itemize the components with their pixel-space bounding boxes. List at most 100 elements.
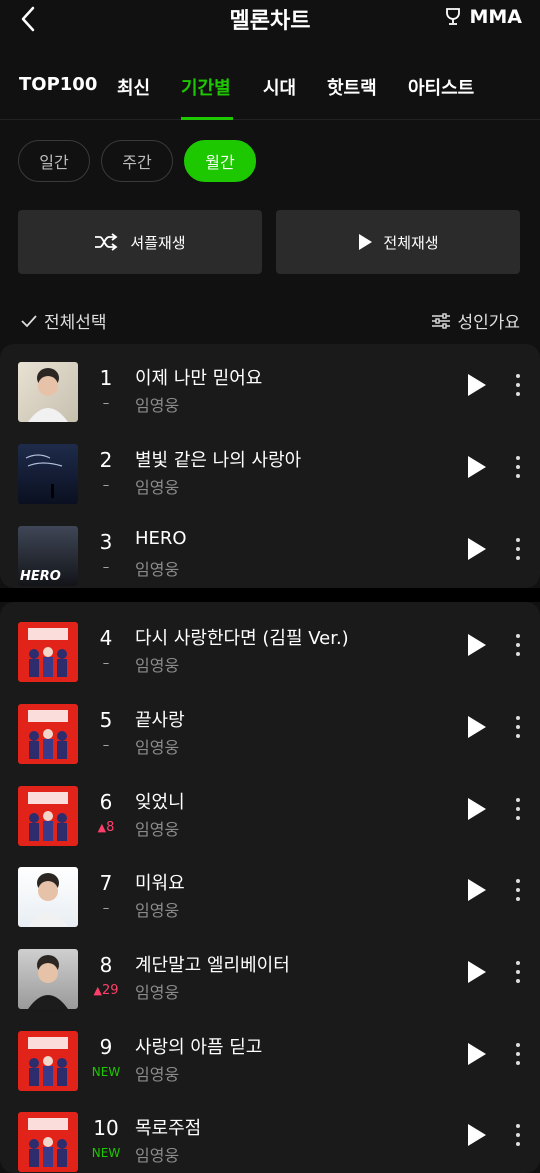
song-row[interactable]: 1 – 이제 나만 믿어요 임영웅 <box>0 354 540 436</box>
rank-number: 8 <box>99 953 113 977</box>
song-row[interactable]: 10 NEW 목로주점 임영웅 <box>0 1104 540 1173</box>
artist-name[interactable]: 임영웅 <box>135 816 179 840</box>
play-song-button[interactable] <box>464 1122 488 1148</box>
select-all-label: 전체선택 <box>44 313 107 333</box>
artist-name[interactable]: 임영웅 <box>135 652 179 676</box>
artist-name[interactable]: 임영웅 <box>135 897 179 921</box>
select-all-checkbox[interactable]: 전체선택 <box>20 308 107 333</box>
song-row[interactable]: 9 NEW 사랑의 아픔 딛고 임영웅 <box>0 1023 540 1105</box>
more-options-button[interactable] <box>506 957 530 987</box>
rank-number: 2 <box>99 448 113 472</box>
period-daily-button[interactable]: 일간 <box>18 140 90 182</box>
play-all-button[interactable]: 전체재생 <box>276 210 520 274</box>
more-options-button[interactable] <box>506 1120 530 1150</box>
song-row[interactable]: HERO 3 – HERO 임영웅 <box>0 518 540 600</box>
album-art[interactable] <box>18 622 78 682</box>
play-song-button[interactable] <box>464 959 488 985</box>
album-art[interactable] <box>18 362 78 422</box>
play-song-button[interactable] <box>464 1041 488 1067</box>
tab-period[interactable]: 기간별 <box>181 74 231 100</box>
play-song-button[interactable] <box>464 372 488 398</box>
song-row[interactable]: 8 ▲29 계단말고 엘리베이터 임영웅 <box>0 941 540 1023</box>
play-song-button[interactable] <box>464 632 488 658</box>
rank-change: NEW <box>91 1065 121 1079</box>
play-song-button[interactable] <box>464 796 488 822</box>
tab-latest[interactable]: 최신 <box>117 74 150 100</box>
adult-songs-filter[interactable]: 성인가요 <box>431 308 520 333</box>
list-controls: 전체선택 성인가요 <box>0 308 540 336</box>
song-row[interactable]: 7 – 미워요 임영웅 <box>0 859 540 941</box>
more-options-button[interactable] <box>506 370 530 400</box>
album-art[interactable]: HERO <box>18 526 78 586</box>
shuffle-icon <box>95 233 118 251</box>
more-options-button[interactable] <box>506 630 530 660</box>
rank-change: NEW <box>91 1146 121 1160</box>
more-dots-icon <box>516 1142 520 1146</box>
more-options-button[interactable] <box>506 534 530 564</box>
album-art[interactable] <box>18 704 78 764</box>
song-title[interactable]: 다시 사랑한다면 (김필 Ver.) <box>135 624 349 650</box>
shuffle-play-button[interactable]: 셔플재생 <box>18 210 262 274</box>
rank-change: ▲8 <box>84 820 128 835</box>
rank-number: 1 <box>99 366 113 390</box>
more-options-button[interactable] <box>506 875 530 905</box>
artist-name[interactable]: 임영웅 <box>135 734 179 758</box>
tab-top100[interactable]: TOP100 <box>19 74 97 95</box>
more-dots-icon <box>516 383 520 387</box>
album-art[interactable] <box>18 1031 78 1091</box>
album-art[interactable] <box>18 867 78 927</box>
album-art[interactable] <box>18 444 78 504</box>
more-options-button[interactable] <box>506 794 530 824</box>
song-title[interactable]: 별빛 같은 나의 사랑아 <box>135 446 301 472</box>
song-title[interactable]: 목로주점 <box>135 1114 201 1140</box>
song-title[interactable]: 이제 나만 믿어요 <box>135 364 262 390</box>
song-row[interactable]: 6 ▲8 잊었니 임영웅 <box>0 778 540 860</box>
play-song-button[interactable] <box>464 877 488 903</box>
artist-name[interactable]: 임영웅 <box>135 979 179 1003</box>
song-title[interactable]: 잊었니 <box>135 788 185 814</box>
more-dots-icon <box>516 1052 520 1056</box>
more-options-button[interactable] <box>506 712 530 742</box>
song-row[interactable]: 2 – 별빛 같은 나의 사랑아 임영웅 <box>0 436 540 518</box>
song-row[interactable]: 5 – 끝사랑 임영웅 <box>0 696 540 778</box>
play-icon <box>468 456 486 478</box>
more-dots-icon <box>516 807 520 811</box>
artist-name[interactable]: 임영웅 <box>135 1061 179 1085</box>
play-icon <box>468 634 486 656</box>
app-header: 멜론차트 MMA <box>0 0 540 40</box>
more-dots-icon <box>516 879 520 883</box>
more-dots-icon <box>516 816 520 820</box>
more-options-button[interactable] <box>506 1039 530 1069</box>
artist-name[interactable]: 임영웅 <box>135 392 179 416</box>
song-title[interactable]: HERO <box>135 528 187 549</box>
tab-artist[interactable]: 아티스트 <box>408 74 474 100</box>
play-icon <box>468 716 486 738</box>
period-monthly-button[interactable]: 월간 <box>184 140 256 182</box>
more-dots-icon <box>516 725 520 729</box>
rank-up-icon: ▲ <box>97 821 107 834</box>
song-title[interactable]: 계단말고 엘리베이터 <box>135 951 290 977</box>
song-title[interactable]: 미워요 <box>135 869 185 895</box>
tab-era[interactable]: 시대 <box>263 74 296 100</box>
album-art[interactable] <box>18 786 78 846</box>
shuffle-play-label: 셔플재생 <box>130 233 186 252</box>
song-title[interactable]: 끝사랑 <box>135 706 185 732</box>
tab-hot-track[interactable]: 핫트랙 <box>327 74 377 100</box>
song-title[interactable]: 사랑의 아픔 딛고 <box>135 1033 262 1059</box>
artist-name[interactable]: 임영웅 <box>135 1142 179 1166</box>
artist-name[interactable]: 임영웅 <box>135 556 179 580</box>
period-weekly-button[interactable]: 주간 <box>101 140 173 182</box>
album-art[interactable] <box>18 1112 78 1172</box>
artist-name[interactable]: 임영웅 <box>135 474 179 498</box>
rank-change-value: 29 <box>101 983 119 998</box>
more-dots-icon <box>516 643 520 647</box>
mma-button[interactable]: MMA <box>443 6 522 28</box>
play-song-button[interactable] <box>464 454 488 480</box>
album-art[interactable] <box>18 949 78 1009</box>
song-row[interactable]: 4 – 다시 사랑한다면 (김필 Ver.) 임영웅 <box>0 614 540 696</box>
more-options-button[interactable] <box>506 452 530 482</box>
play-song-button[interactable] <box>464 536 488 562</box>
play-icon <box>468 798 486 820</box>
play-song-button[interactable] <box>464 714 488 740</box>
rank-change: – <box>102 560 110 575</box>
